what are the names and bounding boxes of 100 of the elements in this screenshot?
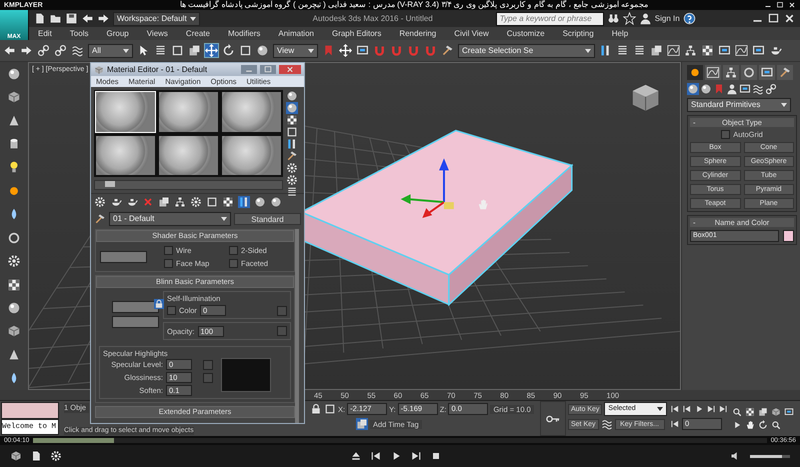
hierarchy-icon[interactable] (174, 196, 186, 208)
curve-editor-icon[interactable] (667, 44, 680, 57)
user-icon[interactable] (638, 12, 652, 25)
rectangle-select-icon[interactable] (171, 44, 184, 57)
hierarchy-icon[interactable] (684, 44, 697, 57)
square-icon[interactable] (286, 126, 298, 138)
document-icon[interactable] (30, 450, 42, 462)
square-icon[interactable] (206, 196, 218, 208)
shader-dropdown[interactable] (100, 250, 147, 262)
category-icon[interactable] (726, 83, 738, 95)
list-icon[interactable] (286, 186, 298, 198)
object-color-swatch[interactable] (783, 230, 794, 242)
panel-tab-icon[interactable] (741, 65, 757, 80)
menu-item[interactable]: Civil View (445, 29, 498, 38)
menu-item[interactable]: Rendering (390, 29, 446, 38)
squares-icon[interactable] (158, 196, 170, 208)
zoom-icon[interactable] (732, 407, 742, 417)
close-icon[interactable] (783, 12, 796, 25)
previous-icon[interactable] (370, 450, 382, 462)
viewcube-icon[interactable] (632, 84, 658, 112)
named-selection-dropdown[interactable]: Create Selection Se (458, 44, 595, 58)
undo-icon[interactable] (81, 12, 94, 25)
link-icon[interactable] (54, 44, 67, 57)
checkbox[interactable] (229, 258, 238, 268)
checker-icon[interactable] (286, 114, 298, 126)
material-sample-slot[interactable] (95, 134, 156, 176)
checkbox[interactable] (164, 258, 173, 268)
sphere-icon[interactable] (7, 300, 21, 315)
cube-icon[interactable] (7, 90, 21, 104)
material-sample-slot[interactable] (221, 134, 282, 176)
material-type-button[interactable]: Standard (234, 213, 301, 225)
color-swatch[interactable] (112, 316, 159, 328)
cone-icon[interactable] (7, 114, 21, 128)
first-frame-icon[interactable] (670, 404, 680, 414)
bars-icon[interactable] (286, 138, 298, 150)
monitor-icon[interactable] (752, 44, 765, 57)
undo-icon[interactable] (3, 44, 16, 57)
rotate-icon[interactable] (222, 44, 235, 57)
checker-icon[interactable] (222, 196, 234, 208)
ring-icon[interactable] (7, 230, 21, 245)
checker-icon[interactable] (7, 278, 21, 292)
checkbox[interactable] (164, 246, 173, 254)
play-icon[interactable] (732, 420, 742, 430)
material-name-field[interactable]: 01 - Default (109, 212, 231, 226)
squares-icon[interactable] (188, 44, 201, 57)
material-sample-slot[interactable] (158, 91, 219, 132)
lock-icon[interactable] (154, 299, 164, 309)
move-icon[interactable] (205, 44, 218, 57)
panel-tab-icon[interactable] (705, 65, 721, 80)
maximize-icon[interactable] (767, 12, 780, 25)
redo-icon[interactable] (20, 44, 33, 57)
sphere-icon[interactable] (256, 44, 269, 57)
scrollbar[interactable] (94, 180, 283, 190)
checkbox[interactable] (721, 130, 730, 139)
category-icon[interactable] (752, 83, 764, 95)
gear-icon[interactable] (286, 174, 298, 186)
sphere-icon[interactable] (7, 66, 21, 81)
redo-icon[interactable] (97, 12, 110, 25)
panel-tab-icon[interactable] (777, 65, 793, 80)
cone-icon[interactable] (7, 348, 21, 362)
sphere-icon[interactable] (254, 196, 266, 208)
monitor-icon[interactable] (784, 407, 794, 417)
hammer-icon[interactable] (286, 150, 298, 162)
checkbox[interactable] (167, 306, 176, 315)
sign-in-link[interactable]: Sign In (654, 14, 680, 23)
gear-icon[interactable] (286, 162, 298, 174)
sphere-icon[interactable] (286, 90, 298, 102)
transform-gizmo-drawing[interactable] (400, 158, 454, 218)
bars-icon[interactable] (238, 196, 250, 208)
next-icon[interactable] (410, 450, 422, 462)
panel-tab-icon[interactable] (723, 65, 739, 80)
category-icon[interactable] (700, 83, 712, 95)
panel-tab-icon[interactable] (759, 65, 775, 80)
checker-icon[interactable] (701, 44, 714, 57)
panel-tab-icon[interactable] (687, 65, 703, 80)
lock-icon[interactable] (310, 403, 322, 415)
sphere-icon[interactable] (270, 196, 282, 208)
menu-item[interactable]: Scripting (554, 29, 603, 38)
reference-coordinate-dropdown[interactable]: View (273, 44, 318, 58)
color-swatch[interactable] (112, 301, 159, 313)
menu-item[interactable]: Views (138, 29, 177, 38)
maxscript-listener-field[interactable] (1, 402, 59, 418)
gear-icon[interactable] (190, 196, 202, 208)
category-icon[interactable] (687, 83, 699, 95)
selection-filter-dropdown[interactable]: All (88, 44, 133, 58)
menu-item[interactable]: Edit (29, 29, 61, 38)
sphere-icon[interactable] (286, 102, 298, 114)
rotate-icon[interactable] (758, 420, 768, 430)
menu-item[interactable]: Group (97, 29, 138, 38)
wave-icon[interactable] (71, 44, 84, 57)
hand-icon[interactable] (745, 420, 755, 430)
monitor-icon[interactable] (356, 44, 369, 57)
category-icon[interactable] (765, 83, 777, 95)
menu-item[interactable]: Help (602, 29, 638, 38)
play-icon[interactable] (694, 404, 704, 414)
volume-slider[interactable] (750, 454, 790, 458)
square-icon[interactable] (324, 403, 336, 415)
last-frame-icon[interactable] (718, 404, 728, 414)
binoculars-icon[interactable] (606, 12, 620, 25)
previous-frame-icon[interactable] (682, 404, 692, 414)
